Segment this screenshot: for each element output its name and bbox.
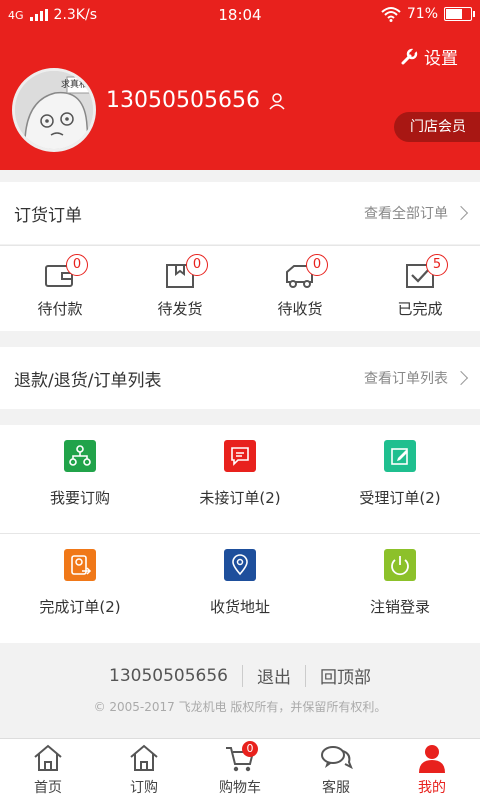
order-status-row: 0 待付款 0 待发货 0 待收货 5 已完成 [0, 245, 480, 331]
avatar[interactable]: 求真相 [12, 68, 96, 152]
grid-item-label: 受理订单(2) [359, 489, 441, 507]
view-all-orders-link[interactable]: 查看全部订单 [364, 203, 469, 223]
grid-item-label: 我要订购 [49, 489, 110, 507]
view-all-orders-label: 查看全部订单 [364, 206, 448, 222]
status-completed[interactable]: 5 已完成 [360, 246, 480, 331]
user-phone-text: 13050505656 [106, 88, 260, 113]
profile-header: 设置 求真相 13050505656 门店会员 [0, 32, 480, 170]
home-icon [130, 744, 158, 771]
footer: 13050505656 退出 回顶部 © 2005-2017 飞龙机电 版权所有… [0, 650, 480, 728]
count-badge: 0 [306, 254, 328, 276]
wifi-icon [381, 7, 401, 22]
grid-item-accepted[interactable]: 受理订单(2) [320, 425, 480, 533]
grid-item-address[interactable]: 收货地址 [160, 534, 320, 642]
location-icon [224, 549, 256, 581]
status-pending-shipment[interactable]: 0 待发货 [120, 246, 240, 331]
back-to-top-link[interactable]: 回顶部 [306, 663, 385, 688]
avatar-caption: 求真相 [61, 80, 89, 90]
grid-item-label: 完成订单(2) [39, 598, 121, 616]
tab-label: 客服 [322, 780, 350, 796]
battery-icon [444, 7, 475, 21]
user-phone: 13050505656 [106, 88, 286, 113]
tab-label: 订购 [130, 780, 158, 796]
grid-item-completed[interactable]: 完成订单(2) [0, 534, 160, 642]
user-outline-icon [269, 92, 285, 110]
function-grid: 我要订购 未接订单(2) 受理订单(2) 完成订单(2) 收货地址 注销登录 [0, 425, 480, 643]
message-icon [224, 440, 256, 472]
tab-label: 购物车 [219, 780, 261, 796]
settings-label: 设置 [424, 49, 458, 69]
tab-cart[interactable]: 0 购物车 [192, 739, 288, 800]
count-badge: 0 [66, 254, 88, 276]
tab-home[interactable]: 首页 [0, 739, 96, 800]
power-icon [384, 549, 416, 581]
status-pending-payment[interactable]: 0 待付款 [0, 246, 120, 331]
status-bar: 4G 2.3K/s 18:04 71% [0, 0, 480, 32]
logout-link[interactable]: 退出 [243, 663, 305, 688]
tab-service[interactable]: 客服 [288, 739, 384, 800]
refunds-title: 退款/退货/订单列表 [14, 370, 162, 391]
wrench-icon [401, 47, 418, 64]
status-label: 待付款 [37, 300, 83, 318]
tab-order[interactable]: 订购 [96, 739, 192, 800]
view-order-list-label: 查看订单列表 [364, 371, 448, 387]
tab-label: 首页 [34, 780, 62, 796]
user-transfer-icon [64, 549, 96, 581]
org-chart-icon [64, 440, 96, 472]
grid-item-label: 收货地址 [209, 598, 270, 616]
user-icon [419, 745, 445, 773]
orders-title: 订货订单 [14, 205, 82, 226]
count-badge: 0 [186, 254, 208, 276]
status-label: 待发货 [157, 300, 203, 318]
chevron-right-icon [453, 205, 469, 221]
grid-item-label: 注销登录 [369, 598, 430, 616]
grid-item-unaccepted[interactable]: 未接订单(2) [160, 425, 320, 533]
settings-button[interactable]: 设置 [400, 44, 458, 69]
home-icon [34, 744, 62, 771]
status-label: 待收货 [277, 300, 323, 318]
grid-item-label: 未接订单(2) [199, 489, 281, 507]
member-badge: 门店会员 [394, 112, 480, 142]
chat-icon [321, 746, 353, 770]
tab-bar: 首页 订购 0 购物车 客服 我的 [0, 738, 480, 800]
status-pending-receipt[interactable]: 0 待收货 [240, 246, 360, 331]
count-badge: 5 [426, 254, 448, 276]
tab-mine[interactable]: 我的 [384, 739, 480, 800]
tab-label: 我的 [418, 780, 446, 796]
battery-percent: 71% [406, 6, 438, 22]
grid-item-order[interactable]: 我要订购 [0, 425, 160, 533]
footer-phone: 13050505656 [109, 665, 228, 686]
orders-section[interactable]: 订货订单 查看全部订单 [0, 182, 480, 244]
chevron-right-icon [453, 370, 469, 386]
view-order-list-link[interactable]: 查看订单列表 [364, 368, 469, 388]
copyright: © 2005-2017 飞龙机电 版权所有，并保留所有权利。 [93, 700, 387, 714]
edit-icon [384, 440, 416, 472]
grid-item-logout[interactable]: 注销登录 [320, 534, 480, 642]
cart-badge: 0 [242, 741, 258, 757]
refunds-section[interactable]: 退款/退货/订单列表 查看订单列表 [0, 347, 480, 409]
status-label: 已完成 [397, 300, 443, 318]
